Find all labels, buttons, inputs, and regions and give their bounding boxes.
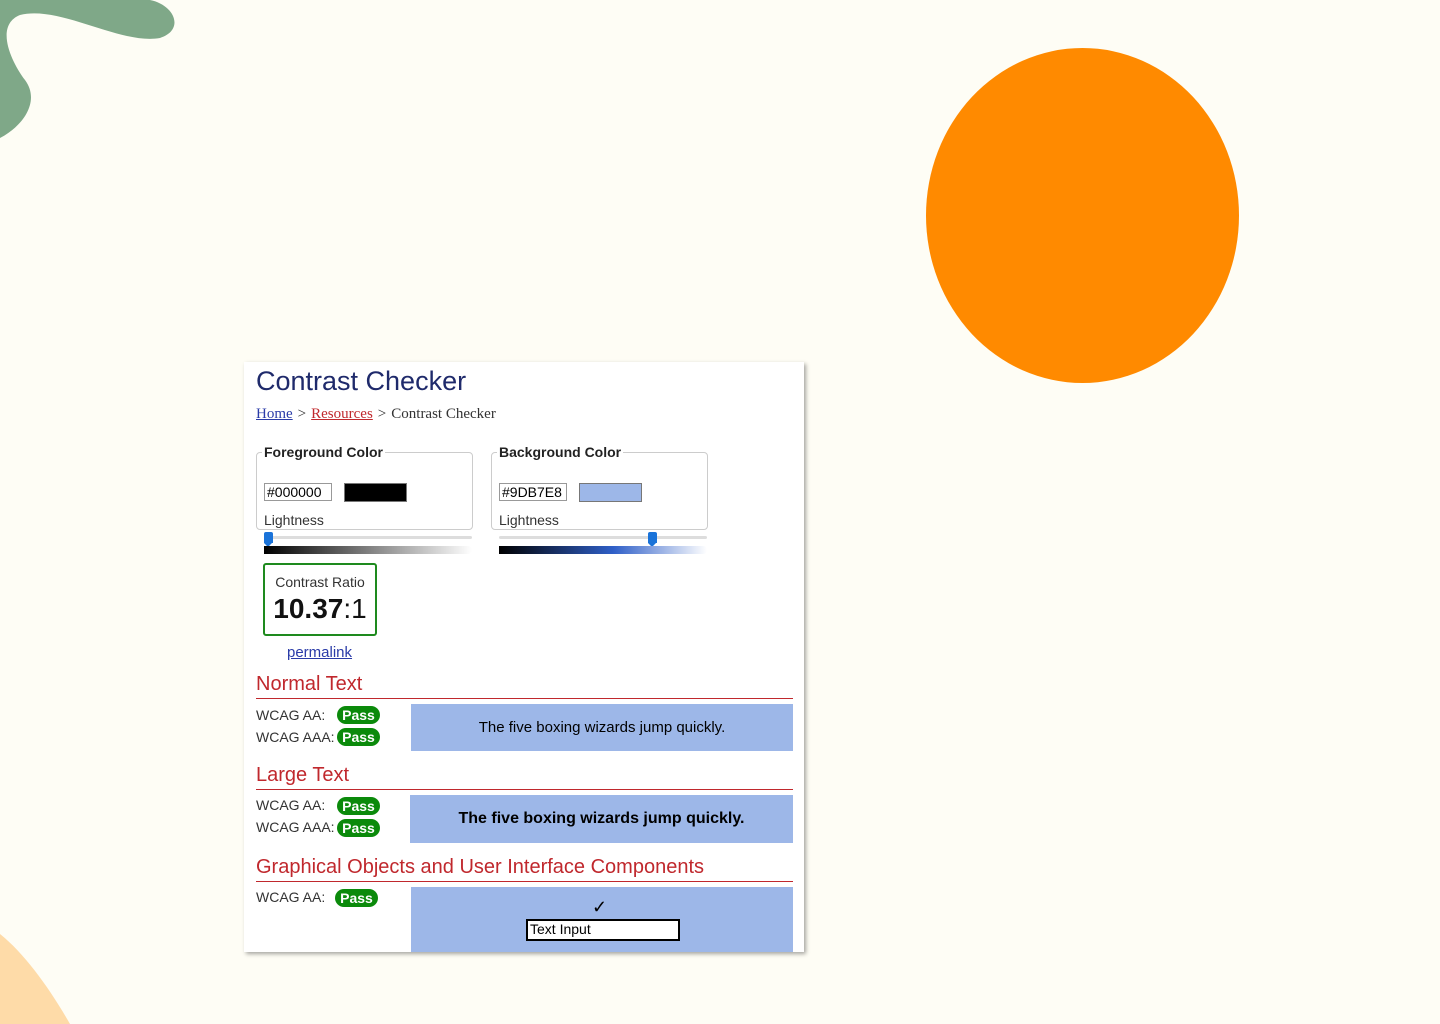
contrast-ratio-suffix: :1 [343, 593, 367, 624]
background-hex-input[interactable] [499, 483, 567, 501]
background-lightness-gradient [499, 546, 707, 554]
background-color-legend: Background Color [499, 444, 622, 460]
contrast-ratio-box: Contrast Ratio 10.37:1 [263, 563, 377, 636]
background-lightness-slider-thumb[interactable] [648, 532, 658, 547]
large-wcag-aa-label: WCAG AA: [256, 797, 326, 813]
sample-text-input[interactable]: Text Input [526, 919, 680, 941]
foreground-color-swatch[interactable] [344, 483, 407, 502]
graphical-wcag-aa-pass-badge: Pass [335, 889, 378, 907]
section-divider [256, 698, 793, 699]
foreground-color-legend: Foreground Color [264, 444, 383, 460]
foreground-lightness-gradient [264, 546, 472, 554]
background-lightness-slider[interactable] [499, 536, 707, 539]
foreground-hex-input[interactable] [264, 483, 332, 501]
foreground-lightness-slider[interactable] [264, 536, 472, 539]
background-color-swatch[interactable] [579, 483, 642, 502]
normal-text-heading: Normal Text [256, 673, 363, 695]
breadcrumb: Home > Resources > Contrast Checker [256, 406, 496, 423]
large-text-heading: Large Text [256, 764, 350, 786]
breadcrumb-resources-link[interactable]: Resources [311, 406, 373, 422]
normal-wcag-aaa-label: WCAG AAA: [256, 729, 335, 745]
normal-wcag-aaa-pass-badge: Pass [337, 728, 380, 746]
breadcrumb-separator: > [297, 406, 307, 422]
normal-wcag-aa-pass-badge: Pass [337, 706, 380, 724]
normal-text-sample: The five boxing wizards jump quickly. [411, 704, 793, 751]
checkmark-icon: ✓ [592, 897, 608, 917]
contrast-ratio-value: 10.37:1 [265, 593, 375, 625]
decorative-green-blob [0, 0, 175, 138]
normal-wcag-aa-label: WCAG AA: [256, 707, 326, 723]
page-title: Contrast Checker [256, 366, 467, 396]
large-wcag-aaa-pass-badge: Pass [337, 819, 380, 837]
foreground-lightness-label: Lightness [264, 512, 324, 528]
large-wcag-aaa-label: WCAG AAA: [256, 819, 335, 835]
decorative-orange-circle [926, 48, 1239, 383]
graphical-objects-heading: Graphical Objects and User Interface Com… [256, 856, 704, 878]
breadcrumb-home-link[interactable]: Home [256, 406, 293, 422]
contrast-checker-window: Contrast Checker Home > Resources > Contrast… [244, 362, 804, 952]
large-text-sample: The five boxing wizards jump quickly. [410, 795, 793, 843]
contrast-ratio-number: 10.37 [273, 593, 344, 624]
large-wcag-aa-pass-badge: Pass [337, 797, 380, 815]
section-divider [256, 881, 793, 882]
decorative-peach-shape [0, 934, 70, 1024]
contrast-ratio-label: Contrast Ratio [275, 574, 365, 590]
permalink-link[interactable]: permalink [287, 644, 352, 661]
breadcrumb-current: Contrast Checker [391, 406, 496, 422]
graphical-wcag-aa-label: WCAG AA: [256, 889, 326, 905]
foreground-lightness-slider-thumb[interactable] [264, 532, 273, 547]
graphical-objects-sample: ✓ Text Input [411, 887, 793, 952]
foreground-color-panel: Foreground Color Lightness [256, 444, 473, 554]
breadcrumb-separator: > [377, 406, 387, 422]
section-divider [256, 789, 793, 790]
background-color-panel: Background Color Lightness [491, 444, 708, 554]
background-lightness-label: Lightness [499, 512, 559, 528]
